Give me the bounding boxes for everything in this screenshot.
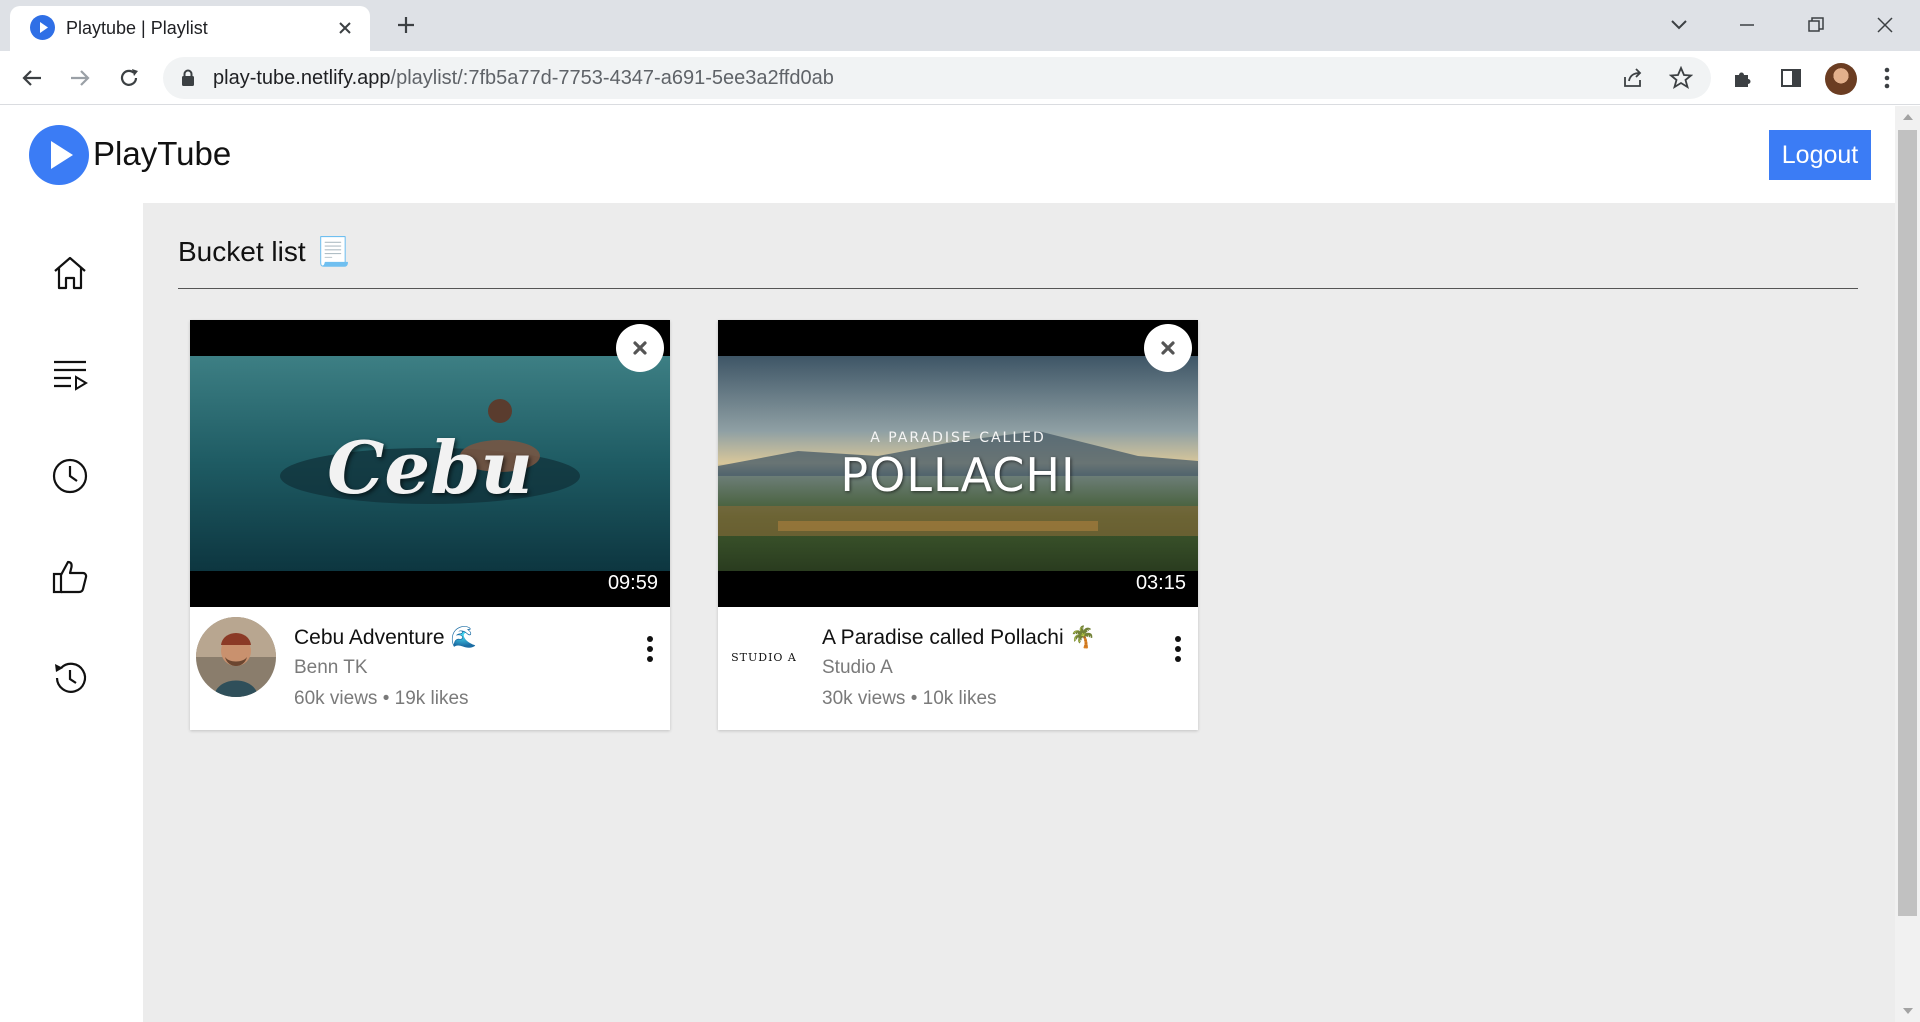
sidebar-item-playlists[interactable]: [50, 354, 90, 394]
close-window-icon[interactable]: [1868, 8, 1902, 42]
video-title[interactable]: A Paradise called Pollachi 🌴: [822, 626, 1096, 650]
sidebar-item-history[interactable]: [50, 658, 90, 698]
url-domain: play-tube.netlify.app: [213, 67, 391, 89]
tab-search-chevron-icon[interactable]: [1662, 8, 1696, 42]
channel-name[interactable]: Studio A: [822, 657, 893, 679]
new-tab-icon[interactable]: [392, 11, 420, 39]
playlist-icon: [54, 360, 88, 391]
close-icon: [1161, 341, 1175, 355]
tab-close-icon[interactable]: [332, 15, 358, 41]
video-stats: 60k views • 19k likes: [294, 688, 469, 709]
app-header: PlayTube Logout: [0, 106, 1895, 203]
channel-avatar[interactable]: STUDIO A: [724, 617, 804, 697]
extensions-puzzle-icon[interactable]: [1726, 61, 1760, 95]
more-options-button[interactable]: [1168, 632, 1188, 666]
sidebar-item-liked[interactable]: [50, 557, 90, 597]
playlist-main: Bucket list 📃 Cebu 09:59 Cebu Adventure …: [143, 203, 1895, 1022]
forward-arrow-icon[interactable]: [63, 61, 97, 95]
thumbnail-text: POLLACHI: [840, 448, 1076, 502]
channel-name[interactable]: Benn TK: [294, 657, 368, 679]
reload-icon[interactable]: [112, 61, 146, 95]
address-bar[interactable]: play-tube.netlify.app/playlist/:7fb5a77d…: [163, 57, 1711, 99]
playtube-logo-icon[interactable]: [29, 125, 89, 185]
video-title[interactable]: Cebu Adventure 🌊: [294, 626, 477, 650]
liked-icon: [52, 560, 88, 594]
lock-icon: [181, 69, 195, 92]
logo-text[interactable]: PlayTube: [93, 135, 231, 173]
bookmark-star-icon[interactable]: [1667, 64, 1695, 92]
share-icon[interactable]: [1619, 64, 1647, 92]
thumbnail-text: Cebu: [327, 425, 533, 510]
logout-button[interactable]: Logout: [1769, 130, 1871, 180]
history-icon: [55, 662, 87, 693]
more-vertical-icon: [647, 636, 653, 662]
browser-tab-bar: Playtube | Playlist: [0, 0, 1920, 51]
close-icon: [633, 341, 647, 355]
video-card[interactable]: Cebu 09:59 Cebu Adventure 🌊 Benn TK 60k …: [190, 320, 670, 730]
chrome-menu-icon[interactable]: [1870, 61, 1904, 95]
studio-a-logo: STUDIO A: [731, 650, 797, 664]
page-scrollbar[interactable]: [1895, 106, 1920, 1022]
video-thumbnail[interactable]: A PARADISE CALLED POLLACHI 03:15: [718, 320, 1198, 607]
video-card[interactable]: A PARADISE CALLED POLLACHI 03:15 STUDIO …: [718, 320, 1198, 730]
more-options-button[interactable]: [640, 632, 660, 666]
scroll-down-arrow-icon[interactable]: [1895, 1000, 1920, 1022]
video-thumbnail[interactable]: Cebu 09:59: [190, 320, 670, 607]
tab-title: Playtube | Playlist: [66, 18, 208, 38]
scroll-up-arrow-icon[interactable]: [1895, 106, 1920, 128]
video-duration: 03:15: [1135, 572, 1186, 594]
video-duration: 09:59: [607, 572, 658, 594]
minimize-icon[interactable]: [1730, 8, 1764, 42]
browser-tab[interactable]: Playtube | Playlist: [10, 6, 370, 51]
web-page: PlayTube Logout Bucket list 📃 Cebu 09:59…: [0, 106, 1920, 1022]
scroll-emoji-icon: 📃: [315, 236, 351, 267]
url-path: /playlist/:7fb5a77d-7753-4347-a691-5ee3a…: [390, 67, 834, 89]
thumbnail-subtext: A PARADISE CALLED: [870, 430, 1046, 446]
watch-later-icon: [52, 458, 88, 494]
sidebar-item-home[interactable]: [50, 253, 90, 293]
browser-toolbar: play-tube.netlify.app/playlist/:7fb5a77d…: [0, 51, 1920, 105]
video-stats: 30k views • 10k likes: [822, 688, 997, 709]
remove-from-playlist-button[interactable]: [616, 324, 664, 372]
restore-icon[interactable]: [1799, 8, 1833, 42]
home-icon: [54, 256, 86, 290]
side-panel-icon[interactable]: [1774, 61, 1808, 95]
channel-avatar-image: [196, 617, 276, 697]
playlist-title: Bucket list: [178, 235, 306, 267]
sidebar: [0, 203, 143, 1022]
heading-divider: [178, 288, 1858, 289]
channel-avatar[interactable]: [196, 617, 276, 697]
playtube-favicon-icon: [30, 15, 55, 40]
remove-from-playlist-button[interactable]: [1144, 324, 1192, 372]
scrollbar-thumb[interactable]: [1898, 130, 1917, 916]
sidebar-item-watch-later[interactable]: [50, 456, 90, 496]
playlist-heading: Bucket list 📃: [178, 235, 350, 268]
url-text[interactable]: play-tube.netlify.app/playlist/:7fb5a77d…: [213, 67, 834, 90]
more-vertical-icon: [1175, 636, 1181, 662]
back-arrow-icon[interactable]: [15, 61, 49, 95]
profile-avatar[interactable]: [1825, 63, 1857, 95]
